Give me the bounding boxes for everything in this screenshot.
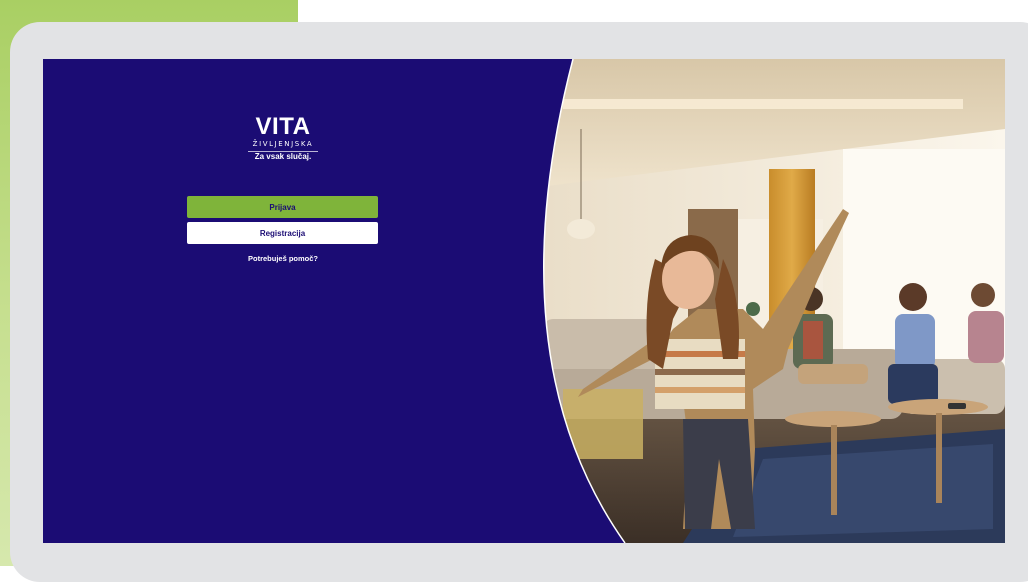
logo-wordmark: VITA [255,113,311,140]
logo-subtitle: ŽIVLJENJSKA [248,140,318,152]
register-button[interactable]: Registracija [187,222,378,244]
login-panel: VITA ŽIVLJENJSKA Za vsak slučaj. Prijava… [43,59,603,543]
brand-logo: VITA ŽIVLJENJSKA [248,115,318,152]
login-button[interactable]: Prijava [187,196,378,218]
help-link[interactable]: Potrebuješ pomoč? [223,254,343,263]
brand-tagline: Za vsak slučaj. [254,152,312,161]
app-screen: VITA ŽIVLJENJSKA Za vsak slučaj. Prijava… [43,59,1005,543]
